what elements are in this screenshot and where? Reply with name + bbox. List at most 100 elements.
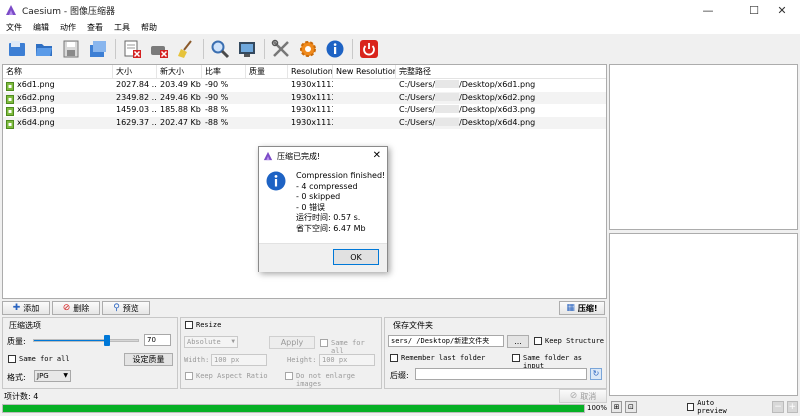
save-copy-button[interactable] [87,38,109,60]
close-button[interactable]: ✕ [764,0,800,20]
column-name[interactable]: 名称 [3,65,113,78]
keep-structure-checkbox[interactable] [534,337,542,345]
file-size: 1459.03 ... [116,105,157,114]
resize-mode-select[interactable]: Absolute ▼ [184,336,238,348]
menu-bar: 文件 编辑 动作 查看 工具 帮助 [0,20,800,34]
magnifier-icon: ⚲ [113,303,120,313]
remove-items-button[interactable] [121,38,143,60]
cancel-button[interactable]: ⊘ 取消 [559,389,607,403]
output-panel: 保存文件夹 sers/ /Desktop/新建文件夹 ... Keep Stru… [384,317,607,389]
open-folder-button[interactable] [33,38,55,60]
add-button[interactable]: ✚ 添加 [2,301,50,315]
suffix-input[interactable] [415,368,587,380]
exit-button[interactable] [358,38,380,60]
column-new-resolution[interactable]: New Resolution [333,65,396,78]
resize-same-checkbox[interactable] [320,339,328,347]
minimize-button[interactable]: — [690,0,726,20]
file-ratio: -88 % [205,105,229,114]
auto-preview-label: Auto preview [697,399,727,415]
menu-view[interactable]: 查看 [81,22,108,33]
tools-icon [271,39,289,57]
message-line: - 0 错误 [296,202,326,212]
redacted-username [435,80,460,88]
file-ratio: -90 % [205,92,229,102]
suffix-label: 后缀: [390,371,409,380]
refresh-icon[interactable]: ↻ [590,368,602,380]
png-file-icon: ▪ [6,82,14,91]
progress-bar [2,404,585,413]
browse-button[interactable]: ... [507,335,529,348]
output-folder-input[interactable]: sers/ /Desktop/新建文件夹 [388,335,504,347]
zoom-in-button[interactable]: + [786,401,798,413]
file-new-size: 249.46 Kb [160,92,201,102]
full-view-button[interactable]: ⊡ [625,401,637,413]
redacted-username [435,92,460,101]
same-quality-checkbox[interactable] [8,355,16,363]
about-button[interactable] [324,38,346,60]
file-ratio: -88 % [205,117,229,127]
same-folder-checkbox[interactable] [512,354,520,362]
save-list-button[interactable] [60,38,82,60]
table-row[interactable]: ▪ x6d4.png 1629.37 ... 202.47 Kb -88 % 19… [3,116,606,130]
no-enlarge-checkbox[interactable] [285,372,293,380]
resize-title: Resize [196,321,222,329]
path-prefix: C:/Users/ [399,105,436,114]
quality-spinbox[interactable]: 70 [144,334,171,346]
column-size[interactable]: 大小 [113,65,157,78]
keep-aspect-checkbox[interactable] [185,372,193,380]
compress-button[interactable]: ▦ 压缩! [559,301,605,315]
menu-help[interactable]: 帮助 [135,22,162,33]
dialog-title-bar: 压缩已完成! ✕ [259,147,387,165]
menu-tools[interactable]: 工具 [108,22,135,33]
fit-view-button[interactable]: ⊞ [611,401,623,413]
clean-button[interactable] [175,38,197,60]
column-full-path[interactable]: 完整路径 [396,65,606,78]
menu-edit[interactable]: 编辑 [27,22,54,33]
progress-row: 100% [2,403,607,414]
menu-action[interactable]: 动作 [54,22,81,33]
progress-fill [3,405,584,412]
resize-panel: Resize Absolute ▼ Apply Same for all Widt… [180,317,382,389]
file-path: C:/Users/ /Desktop/x6d4.png [396,117,606,130]
auto-preview-checkbox[interactable] [686,403,695,411]
settings-button[interactable] [297,38,319,60]
apply-button[interactable]: Apply [269,336,315,349]
dialog-close-icon[interactable]: ✕ [373,150,381,161]
width-input[interactable]: 100 px [211,354,267,366]
ok-button[interactable]: OK [333,249,379,265]
output-panel-title: 保存文件夹 [393,321,433,330]
preview-image-button[interactable] [236,38,258,60]
open-files-button[interactable] [6,38,28,60]
column-new-size[interactable]: 新大小 [157,65,202,78]
title-bar: Caesium - 图像压缩器 — ☐ ✕ [0,0,800,20]
set-quality-button[interactable]: 设定质量 [124,353,173,366]
chevron-down-icon: ▼ [231,338,235,345]
file-new-size: 202.47 Kb [160,117,201,127]
quality-slider[interactable] [33,335,139,346]
quality-slider-thumb[interactable] [103,335,110,346]
zoom-button[interactable] [209,38,231,60]
zoom-out-button[interactable]: − [772,401,784,413]
chevron-down-icon: ▼ [63,372,68,379]
height-input[interactable]: 100 px [319,354,375,366]
preview-button[interactable]: ⚲ 预览 [102,301,150,315]
table-row[interactable]: ▪ x6d2.png 2349.82 ... 249.46 Kb -90 % 19… [3,91,606,104]
preview-image-icon [239,42,255,57]
message-line: 省下空间: 6.47 Mb [296,223,366,233]
broom-icon [178,40,192,58]
tools-button[interactable] [270,38,292,60]
resize-checkbox[interactable] [185,321,193,329]
add-label: 添加 [23,303,40,313]
file-ratio: -90 % [205,80,229,89]
table-row[interactable]: ▪ x6d3.png 1459.03 ... 185.88 Kb -88 % 19… [3,104,606,117]
table-row[interactable]: ▪ x6d1.png 2027.84 ... 203.49 Kb -90 % 19… [3,79,606,92]
keep-aspect-label: Keep Aspect Ratio [196,372,268,380]
menu-file[interactable]: 文件 [0,22,27,33]
remove-button[interactable]: ⊘ 删除 [52,301,100,315]
column-ratio[interactable]: 比率 [202,65,246,78]
format-select[interactable]: JPG ▼ [34,370,71,382]
column-resolution[interactable]: Resolution [288,65,333,78]
column-quality[interactable]: 质量 [246,65,288,78]
clear-list-button[interactable] [148,38,170,60]
remember-folder-checkbox[interactable] [390,354,398,362]
